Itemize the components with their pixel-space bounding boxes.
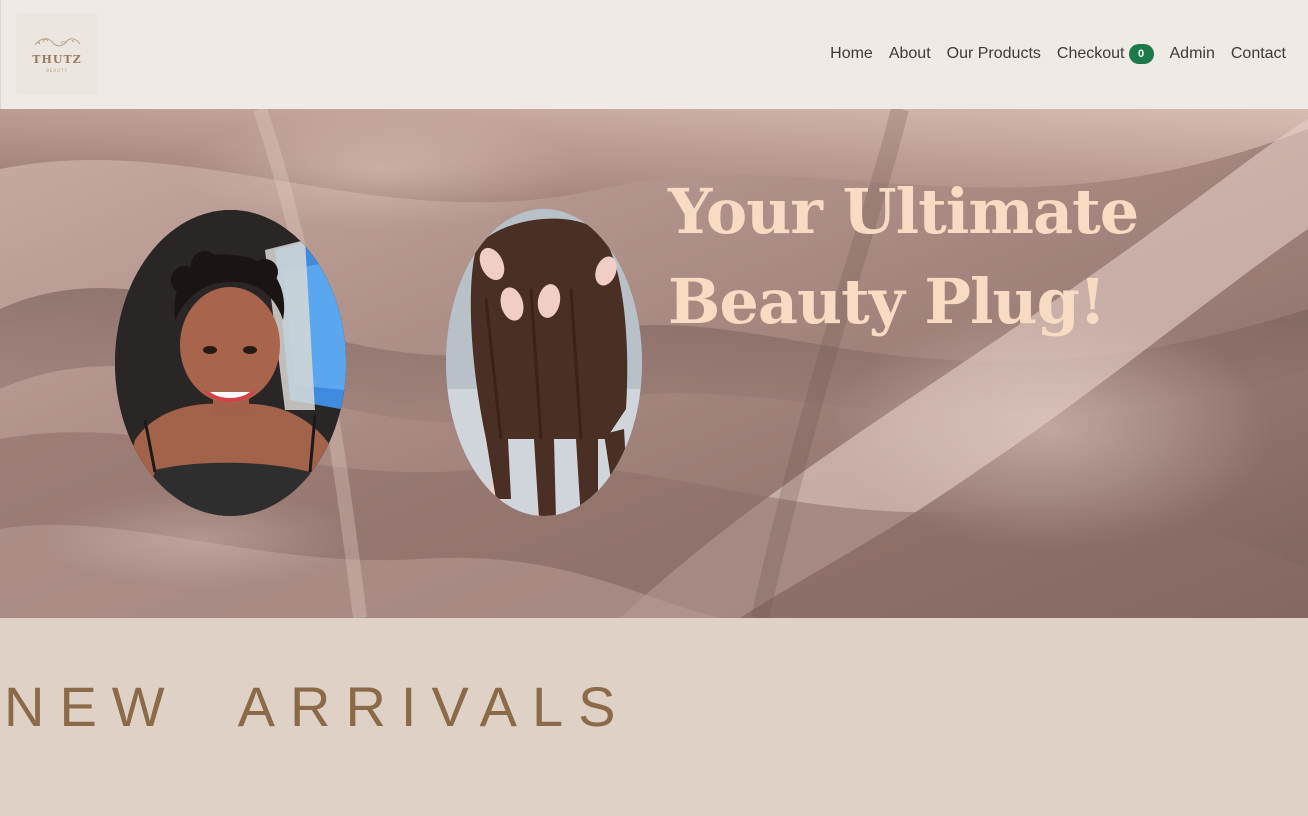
owner-portrait-photo [115,210,346,516]
hero-title-line-2: Beauty Plug! [668,265,1106,338]
manicured-hand-icon [446,209,642,516]
nav-checkout-label: Checkout [1056,45,1125,62]
main-nav: Home About Our Products Checkout 0 Admin… [830,44,1286,64]
nav-our-products-link[interactable]: Our Products [947,45,1041,63]
woman-portrait-icon [115,210,346,516]
nav-home-link[interactable]: Home [830,45,873,63]
nav-about-link[interactable]: About [889,45,931,63]
floral-logo-icon [34,38,81,47]
nails-showcase-photo [446,209,642,516]
nav-admin-link[interactable]: Admin [1170,45,1215,63]
nav-contact-link[interactable]: Contact [1231,45,1286,63]
hero-title-line-1: Your Ultimate [668,175,1139,248]
cart-count-badge: 0 [1128,44,1154,64]
new-arrivals-section: NEW ARRIVALS [0,618,1308,816]
logo-subtext: BEAUTY [46,68,68,73]
logo-text: THUTZ [32,53,82,66]
nav-checkout-link[interactable]: Checkout 0 [1057,44,1154,64]
new-arrivals-heading: NEW ARRIVALS [4,675,631,738]
hero-title: Your Ultimate Beauty Plug! [668,167,1188,347]
site-header: THUTZ BEAUTY Home About Our Products Che… [0,0,1308,109]
hero-banner: Your Ultimate Beauty Plug! [0,109,1308,618]
brand-logo[interactable]: THUTZ BEAUTY [16,13,98,95]
page: THUTZ BEAUTY Home About Our Products Che… [0,0,1308,816]
